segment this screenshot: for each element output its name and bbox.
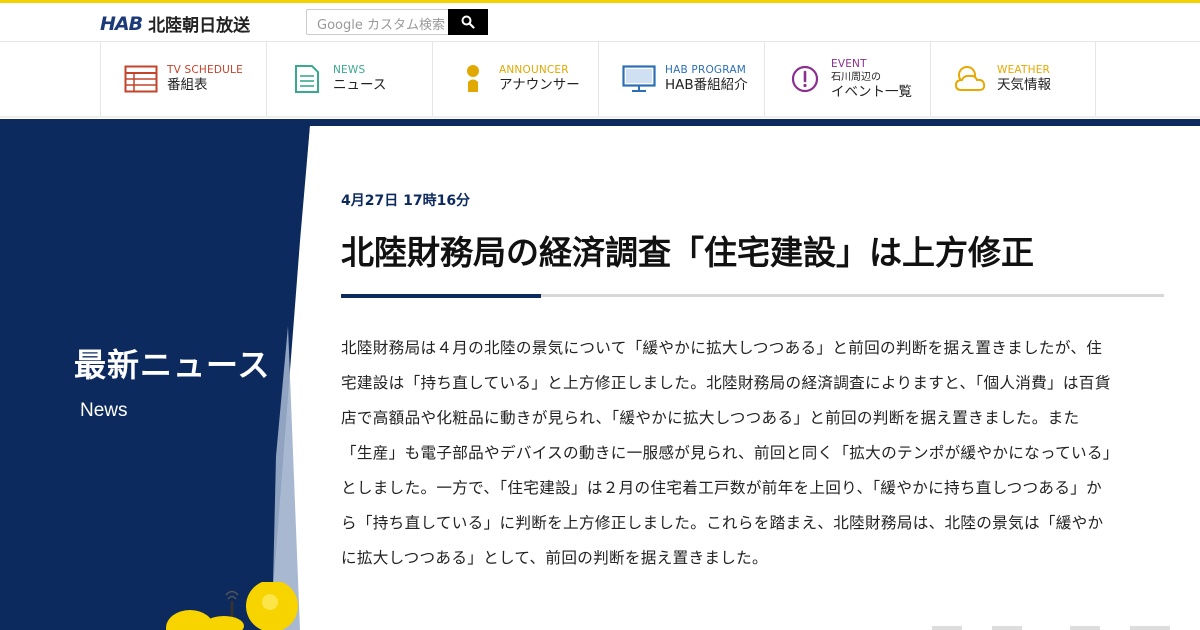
section-sidebar: 最新ニュース News: [0, 126, 320, 630]
logo-text: 北陸朝日放送: [148, 16, 251, 36]
nav-label-ja: ニュース: [333, 77, 387, 93]
search-icon: [461, 15, 475, 29]
nav-weather[interactable]: WEATHER 天気情報: [930, 42, 1096, 116]
news-icon: [289, 63, 325, 95]
monitor-icon: [621, 63, 657, 95]
site-header: HAB 北陸朝日放送 Google カスタム検索: [0, 3, 1200, 41]
section-title: 最新ニュース: [74, 346, 271, 384]
section-subtitle: News: [80, 400, 128, 421]
nav-label-ja: アナウンサー: [499, 77, 580, 93]
nav-label-en: HAB PROGRAM: [665, 64, 746, 76]
logo-mark: HAB: [100, 12, 143, 35]
main-nav: TV SCHEDULE 番組表 NEWS ニュース ANNOUNCER アナウン…: [100, 42, 1096, 116]
alert-circle-icon: [787, 63, 823, 95]
article-title: 北陸財務局の経済調査「住宅建設」は上方修正: [341, 233, 1034, 272]
site-logo[interactable]: HAB 北陸朝日放送: [100, 11, 251, 37]
nav-divider: [0, 116, 1200, 118]
nav-label-ja: 番組表: [167, 77, 208, 93]
weather-icon: [953, 63, 989, 95]
search-input[interactable]: Google カスタム検索: [306, 9, 448, 35]
nav-label-en: WEATHER: [997, 64, 1051, 76]
article-body: 北陸財務局は４月の北陸の景気について「緩やかに拡大しつつある」と前回の判断を据え…: [341, 339, 1111, 567]
section-top-bar: [0, 119, 1200, 126]
nav-tv-schedule[interactable]: TV SCHEDULE 番組表: [100, 42, 266, 116]
search-button[interactable]: [448, 9, 488, 35]
nav-label-en: EVENT: [831, 57, 867, 70]
nav-label-ja: イベント一覧: [831, 83, 912, 100]
nav-event[interactable]: EVENT 石川周辺の イベント一覧: [764, 42, 930, 116]
nav-label-en: NEWS: [333, 64, 366, 76]
article-date: 4月27日 17時16分: [341, 193, 471, 209]
nav-label-ja: 天気情報: [997, 77, 1051, 93]
nav-label-ja-small: 石川周辺の: [831, 71, 881, 83]
nav-label-en: ANNOUNCER: [499, 64, 569, 76]
announcer-icon: [455, 63, 491, 95]
mascot-illustration: [166, 582, 298, 630]
title-rule-accent: [341, 294, 541, 298]
nav-news[interactable]: NEWS ニュース: [266, 42, 432, 116]
tv-schedule-icon: [123, 63, 159, 95]
nav-label-en: TV SCHEDULE: [167, 64, 243, 76]
nav-hab-program[interactable]: HAB PROGRAM HAB番組紹介: [598, 42, 764, 116]
share-buttons-edge: [932, 626, 1170, 630]
nav-label-ja: HAB番組紹介: [665, 77, 748, 93]
nav-announcer[interactable]: ANNOUNCER アナウンサー: [432, 42, 598, 116]
